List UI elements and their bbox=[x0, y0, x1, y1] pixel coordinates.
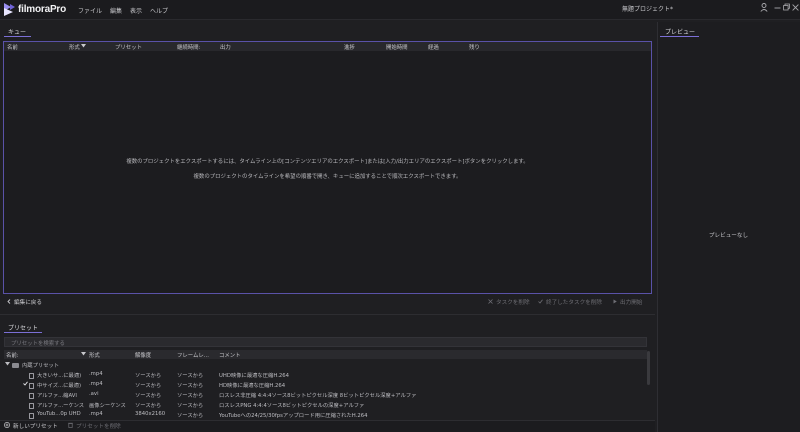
preset-resolution: ソースから bbox=[135, 403, 162, 409]
col-progress[interactable]: 進捗 bbox=[344, 43, 355, 51]
col-elapsed[interactable]: 経過 bbox=[428, 43, 439, 51]
preset-format: .mp4 bbox=[89, 381, 103, 387]
menu-view[interactable]: 表示 bbox=[130, 6, 142, 15]
preset-row[interactable]: アルファ...縮AVI .avi ソースから ソースから ロスレス非圧縮 4:4:4ソー… bbox=[4, 389, 647, 399]
new-preset-label: 新しいプリセット bbox=[13, 424, 58, 430]
tab-preview-indicator bbox=[660, 36, 699, 37]
col-output[interactable]: 出力 bbox=[220, 43, 231, 51]
queue-empty-message-1: 複数のプロジェクトをエクスポートするには、タイムライン上の[コンテンツエリアのエ… bbox=[126, 159, 529, 165]
new-preset-button[interactable]: 新しいプリセット bbox=[4, 422, 58, 430]
filmora-logo-icon bbox=[4, 3, 15, 16]
delete-finished-label: 終了したタスクを削除 bbox=[546, 300, 602, 306]
user-icon[interactable] bbox=[760, 3, 768, 14]
sort-desc-icon[interactable] bbox=[81, 44, 86, 50]
tab-queue[interactable]: キュー bbox=[8, 27, 26, 36]
preset-format: 画像シーケンス bbox=[89, 403, 126, 409]
preset-format: .mp4 bbox=[89, 371, 103, 377]
selected-check-icon bbox=[23, 381, 28, 388]
preset-format: .mp4 bbox=[89, 411, 103, 417]
col-remaining[interactable]: 残り bbox=[469, 43, 480, 51]
tab-preview[interactable]: プレビュー bbox=[665, 27, 695, 36]
minimize-icon[interactable] bbox=[774, 3, 781, 14]
col-start-time[interactable]: 開始時間 bbox=[386, 43, 408, 51]
restore-icon[interactable] bbox=[783, 3, 790, 14]
check-icon bbox=[538, 299, 543, 306]
preset-resolution: ソースから bbox=[135, 393, 162, 399]
preset-format: .avi bbox=[89, 391, 99, 397]
queue-empty-message-2: 複数のプロジェクトのタイムラインを希望の順番で開き、キューに追加することで順次エ… bbox=[193, 174, 462, 180]
preset-comment: ロスレス非圧縮 4:4:4ソース8ビットピクセル深度 8ビットピクセル深度+アル… bbox=[219, 393, 417, 399]
x-icon bbox=[488, 298, 493, 306]
back-to-edit-label: 編集に戻る bbox=[14, 300, 42, 306]
col-preset[interactable]: プリセット bbox=[115, 43, 142, 51]
preview-panel bbox=[657, 22, 800, 432]
preset-name: 大きいサ...に最適) bbox=[37, 373, 82, 379]
preset-resolution: ソースから bbox=[135, 383, 162, 389]
app-logo: filmoraPro bbox=[4, 3, 66, 16]
preset-name: アルファ...ーケンス bbox=[37, 403, 85, 409]
preset-name: YouTub...0p UHD bbox=[37, 411, 81, 417]
preset-name: 中サイズ...に最適) bbox=[37, 383, 82, 389]
queue-panel bbox=[3, 41, 652, 294]
delete-task-button[interactable]: タスクを削除 bbox=[488, 298, 530, 306]
tab-presets-indicator bbox=[4, 332, 42, 333]
back-to-edit-button[interactable]: 編集に戻る bbox=[7, 298, 42, 306]
preset-framerate: ソースから bbox=[177, 413, 204, 419]
col-format[interactable]: 形式 bbox=[69, 43, 80, 51]
plus-circle-icon bbox=[4, 422, 10, 430]
preset-col-comment[interactable]: コメント bbox=[219, 351, 241, 359]
delete-finished-button[interactable]: 終了したタスクを削除 bbox=[538, 298, 602, 306]
delete-preset-label: プリセットを削除 bbox=[76, 424, 121, 430]
preset-scrollbar[interactable] bbox=[647, 351, 650, 385]
project-title: 無題プロジェクト* bbox=[622, 6, 674, 13]
section-divider bbox=[0, 314, 655, 315]
preset-group-label: 内蔵プリセット bbox=[22, 363, 60, 369]
preset-resolution: 3840x2160 bbox=[135, 411, 166, 417]
preset-row[interactable]: 中サイズ...に最適) .mp4 ソースから ソースから HD映像に最適な圧縮H.264 bbox=[4, 379, 647, 389]
preset-row[interactable]: YouTub...0p UHD .mp4 3840x2160 ソースから YouTube… bbox=[4, 409, 647, 419]
delete-preset-button[interactable]: プリセットを削除 bbox=[68, 422, 121, 430]
preset-resolution: ソースから bbox=[135, 373, 162, 379]
preset-column-header: 名前: 形式 解像度 フレームレ... コメント bbox=[4, 350, 647, 359]
menu-bar: ファイル 編集 表示 ヘルプ bbox=[78, 6, 168, 15]
col-name[interactable]: 名前 bbox=[7, 43, 18, 51]
close-icon[interactable] bbox=[792, 3, 799, 14]
preset-row[interactable]: アルファ...ーケンス 画像シーケンス ソースから ソースから ロスレスPNG 4:4:… bbox=[4, 399, 647, 409]
preset-comment: HD映像に最適な圧縮H.264 bbox=[219, 383, 286, 389]
preset-framerate: ソースから bbox=[177, 373, 204, 379]
sort-desc-icon[interactable] bbox=[81, 352, 86, 358]
preset-col-resolution[interactable]: 解像度 bbox=[135, 351, 151, 359]
preset-framerate: ソースから bbox=[177, 403, 204, 409]
chevron-left-icon bbox=[7, 298, 11, 306]
menu-file[interactable]: ファイル bbox=[78, 6, 102, 15]
preset-list: 内蔵プリセット 大きいサ...に最適) .mp4 ソースから ソースから UHD映像に最… bbox=[4, 359, 647, 419]
preset-framerate: ソースから bbox=[177, 393, 204, 399]
trash-icon bbox=[68, 422, 73, 430]
menu-edit[interactable]: 編集 bbox=[110, 6, 122, 15]
app-name: filmoraPro bbox=[18, 4, 67, 15]
start-output-button[interactable]: 出力開始 bbox=[613, 298, 642, 306]
expand-triangle-icon[interactable] bbox=[5, 362, 10, 368]
preset-row[interactable]: 大きいサ...に最適) .mp4 ソースから ソースから UHD映像に最適な圧縮H.26… bbox=[4, 369, 647, 379]
preset-name: アルファ...縮AVI bbox=[37, 393, 77, 399]
col-duration[interactable]: 継続時間: bbox=[177, 43, 200, 51]
preset-col-framerate[interactable]: フレームレ... bbox=[177, 351, 209, 359]
start-output-label: 出力開始 bbox=[620, 300, 643, 306]
delete-task-label: タスクを削除 bbox=[496, 300, 530, 306]
preset-comment: YouTubeへの24/25/30fpsアップロード用に圧縮されたH.264 bbox=[219, 413, 368, 419]
queue-column-header: 名前 形式 プリセット 継続時間: 出力 進捗 開始時間 経過 残り bbox=[4, 42, 651, 51]
tab-queue-indicator bbox=[4, 36, 31, 37]
menu-help[interactable]: ヘルプ bbox=[150, 6, 168, 15]
preset-comment: UHD映像に最適な圧縮H.264 bbox=[219, 373, 289, 379]
play-icon bbox=[613, 299, 617, 306]
preset-comment: ロスレスPNG 4:4:4ソース8ビットピクセルの深度+アルファ bbox=[219, 403, 365, 409]
preset-col-name[interactable]: 名前: bbox=[6, 351, 19, 359]
preset-search-input[interactable]: プリセットを検索する bbox=[4, 337, 647, 347]
preset-col-format[interactable]: 形式 bbox=[89, 351, 100, 359]
tab-presets[interactable]: プリセット bbox=[8, 323, 38, 332]
preset-framerate: ソースから bbox=[177, 383, 204, 389]
preset-group-row[interactable]: 内蔵プリセット bbox=[4, 359, 647, 369]
preview-empty-text: プレビューなし bbox=[708, 233, 749, 239]
